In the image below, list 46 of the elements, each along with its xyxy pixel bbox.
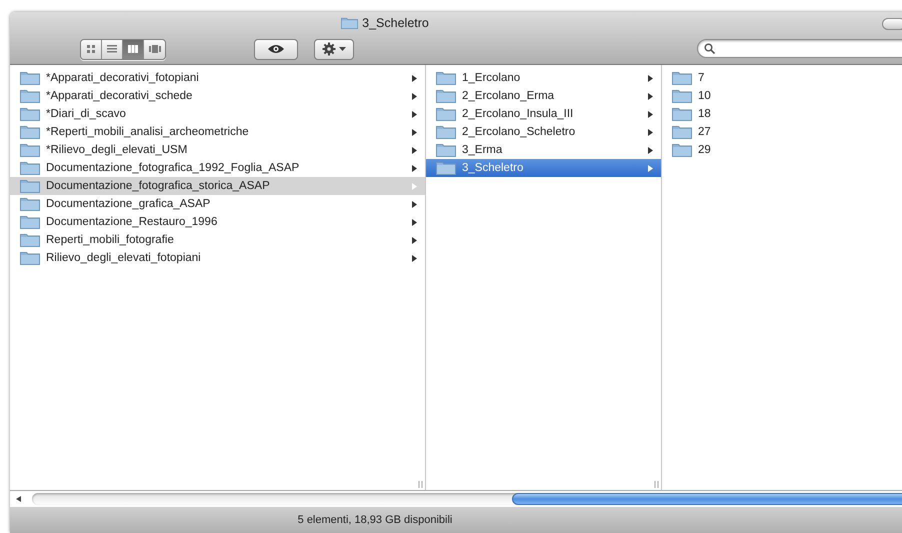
folder-row[interactable]: 29 bbox=[662, 141, 902, 159]
folder-name: Documentazione_grafica_ASAP bbox=[46, 198, 212, 210]
folder-name: Rilievo_degli_elevati_fotopiani bbox=[46, 252, 202, 264]
folder-row[interactable]: Documentazione_fotografica_storica_ASAP bbox=[10, 177, 425, 195]
folder-name: *Reperti_mobili_analisi_archeometriche bbox=[46, 126, 250, 138]
folder-row[interactable]: 27 bbox=[662, 123, 902, 141]
folder-row[interactable]: Reperti_mobili_fotografie bbox=[10, 231, 425, 249]
folder-row[interactable]: 7 bbox=[662, 69, 902, 87]
folder-row[interactable]: Documentazione_fotografica_1992_Foglia_ASAP bbox=[10, 159, 425, 177]
folder-row[interactable]: 2_Ercolano_Insula_III bbox=[426, 105, 661, 123]
folder-name: 2_Ercolano_Erma bbox=[462, 90, 556, 102]
folder-row[interactable]: 1_Ercolano bbox=[426, 69, 661, 87]
folder-row[interactable]: 2_Ercolano_Erma bbox=[426, 87, 661, 105]
folder-name: Documentazione_Restauro_1996 bbox=[46, 216, 218, 228]
folder-row[interactable]: 2_Ercolano_Scheletro bbox=[426, 123, 661, 141]
folder-name: 3_Scheletro bbox=[462, 162, 524, 174]
folder-row[interactable]: Documentazione_Restauro_1996 bbox=[10, 213, 425, 231]
folder-name: *Apparati_decorativi_schede bbox=[46, 90, 194, 102]
folder-name: 29 bbox=[698, 144, 712, 156]
folder-row[interactable]: *Reperti_mobili_analisi_archeometriche bbox=[10, 123, 425, 141]
folder-name: *Rilievo_degli_elevati_USM bbox=[46, 144, 188, 156]
folder-name: 3_Erma bbox=[462, 144, 504, 156]
status-text: 5 elementi, 18,93 GB disponibili bbox=[298, 514, 452, 526]
folder-name: *Diari_di_scavo bbox=[46, 108, 127, 120]
folder-name: 7 bbox=[698, 72, 706, 84]
folder-row[interactable]: 3_Scheletro bbox=[426, 159, 661, 177]
folder-row[interactable]: 18 bbox=[662, 105, 902, 123]
folder-name: 2_Ercolano_Scheletro bbox=[462, 126, 576, 138]
folder-name: 18 bbox=[698, 108, 712, 120]
folder-name: Documentazione_fotografica_1992_Foglia_ASAP bbox=[46, 162, 300, 174]
folder-row[interactable]: *Apparati_decorativi_schede bbox=[10, 87, 425, 105]
folder-row[interactable]: 3_Erma bbox=[426, 141, 661, 159]
folder-row[interactable]: *Diari_di_scavo bbox=[10, 105, 425, 123]
folder-row[interactable]: *Apparati_decorativi_fotopiani bbox=[10, 69, 425, 87]
folder-row[interactable]: Documentazione_grafica_ASAP bbox=[10, 195, 425, 213]
folder-name: *Apparati_decorativi_fotopiani bbox=[46, 72, 200, 84]
folder-name: 1_Ercolano bbox=[462, 72, 522, 84]
folder-row[interactable]: *Rilievo_degli_elevati_USM bbox=[10, 141, 425, 159]
window-title: 3_Scheletro bbox=[362, 16, 429, 30]
folder-row[interactable]: 10 bbox=[662, 87, 902, 105]
folder-name: Reperti_mobili_fotografie bbox=[46, 234, 175, 246]
folder-name: 2_Ercolano_Insula_III bbox=[462, 108, 574, 120]
folder-name: 27 bbox=[698, 126, 712, 138]
folder-name: Documentazione_fotografica_storica_ASAP bbox=[46, 180, 271, 192]
folder-name: 10 bbox=[698, 90, 712, 102]
folder-row[interactable]: Rilievo_degli_elevati_fotopiani bbox=[10, 249, 425, 267]
